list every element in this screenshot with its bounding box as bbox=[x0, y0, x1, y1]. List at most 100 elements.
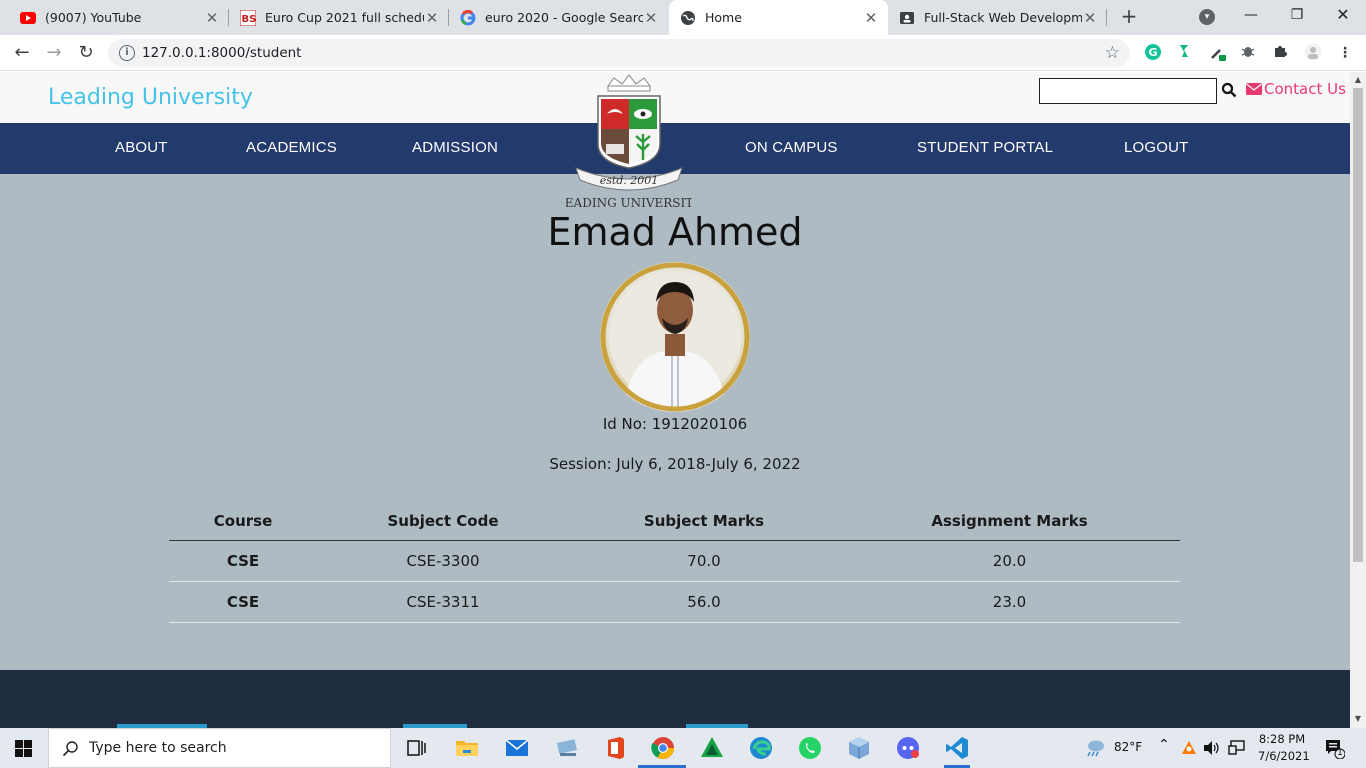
file-explorer-icon[interactable] bbox=[454, 735, 480, 761]
tab-title: (9007) YouTube bbox=[45, 10, 142, 25]
svg-text:BS: BS bbox=[242, 14, 257, 25]
clock-time[interactable]: 8:28 PM bbox=[1258, 732, 1306, 746]
vscode-icon[interactable] bbox=[944, 735, 970, 761]
tab-fullstack[interactable]: Full-Stack Web Development ✕ bbox=[888, 0, 1107, 35]
column-header-course: Course bbox=[169, 502, 317, 541]
cell-course: CSE bbox=[169, 540, 317, 582]
site-brand-link[interactable]: Leading University bbox=[48, 85, 253, 110]
cell-subject-code: CSE-3300 bbox=[317, 540, 569, 582]
table-row: CSE CSE-3300 70.0 20.0 bbox=[169, 540, 1180, 582]
nav-admission[interactable]: ADMISSION bbox=[412, 139, 498, 156]
cell-assignment-marks: 20.0 bbox=[839, 540, 1180, 582]
browser-menu-icon[interactable]: ⋮ bbox=[1335, 43, 1355, 63]
network-icon[interactable] bbox=[1228, 740, 1246, 756]
forward-button[interactable]: → bbox=[41, 40, 67, 66]
task-view-icon[interactable] bbox=[404, 735, 430, 761]
close-tab-icon[interactable]: ✕ bbox=[204, 9, 220, 27]
eyedropper-extension-icon[interactable] bbox=[1208, 43, 1228, 63]
tab-home[interactable]: Home ✕ bbox=[669, 0, 888, 35]
bug-extension-icon[interactable] bbox=[1238, 43, 1258, 63]
google-icon bbox=[460, 9, 476, 26]
table-header-row: Course Subject Code Subject Marks Assign… bbox=[169, 502, 1180, 541]
show-hidden-icons-icon[interactable]: ⌃ bbox=[1158, 737, 1170, 753]
nav-about[interactable]: ABOUT bbox=[115, 139, 168, 156]
logo-estd-text: estd. 2001 bbox=[600, 174, 659, 187]
tab-youtube[interactable]: (9007) YouTube ✕ bbox=[0, 0, 229, 35]
weather-temperature[interactable]: 82°F bbox=[1114, 740, 1142, 754]
column-header-subject-marks: Subject Marks bbox=[569, 502, 839, 541]
weather-cloud-icon[interactable] bbox=[1084, 738, 1106, 758]
edge-icon[interactable] bbox=[748, 735, 774, 761]
web-page: Leading University Contact Us ABOUT ACAD… bbox=[0, 72, 1350, 728]
globe-icon bbox=[680, 10, 696, 26]
close-tab-icon[interactable]: ✕ bbox=[863, 9, 879, 27]
volume-icon[interactable] bbox=[1203, 740, 1221, 756]
student-id: Id No: 1912020106 bbox=[602, 415, 748, 433]
nav-on-campus[interactable]: ON CAMPUS bbox=[745, 139, 838, 156]
site-search-input[interactable] bbox=[1039, 78, 1217, 104]
back-button[interactable]: ← bbox=[9, 40, 35, 66]
close-tab-icon[interactable]: ✕ bbox=[424, 9, 440, 27]
taskbar-search-box[interactable]: Type here to search bbox=[48, 728, 391, 768]
discord-icon[interactable] bbox=[895, 735, 921, 761]
svg-text:G: G bbox=[1149, 46, 1158, 59]
nav-logout[interactable]: LOGOUT bbox=[1124, 139, 1189, 156]
address-bar[interactable]: i 127.0.0.1:8000/student ☆ bbox=[108, 39, 1130, 67]
youtube-icon bbox=[20, 10, 36, 26]
page-scrollbar[interactable]: ▲ ▼ bbox=[1350, 72, 1366, 728]
box-app-icon[interactable] bbox=[846, 735, 872, 761]
search-icon bbox=[62, 741, 78, 757]
marks-table: Course Subject Code Subject Marks Assign… bbox=[169, 502, 1180, 623]
windows-taskbar: Type here to search 82°F ⌃ 8:28 PM 7/6/2… bbox=[0, 728, 1366, 768]
site-info-icon[interactable]: i bbox=[119, 45, 135, 61]
tab-title: Full-Stack Web Development bbox=[924, 10, 1082, 25]
extension-runner-icon[interactable] bbox=[1174, 43, 1194, 63]
avast-tray-icon[interactable] bbox=[1181, 740, 1197, 756]
tab-google-search[interactable]: euro 2020 - Google Search ✕ bbox=[449, 0, 668, 35]
contact-us-link[interactable]: Contact Us bbox=[1246, 80, 1346, 98]
close-tab-icon[interactable]: ✕ bbox=[1082, 9, 1098, 27]
nav-student-portal[interactable]: STUDENT PORTAL bbox=[917, 139, 1053, 156]
mail-icon[interactable] bbox=[504, 735, 530, 761]
green-app-icon[interactable] bbox=[699, 735, 725, 761]
student-session: Session: July 6, 2018-July 6, 2022 bbox=[549, 455, 801, 473]
computer-app-icon[interactable] bbox=[554, 735, 580, 761]
chrome-icon[interactable] bbox=[650, 735, 676, 761]
bookmark-star-icon[interactable]: ☆ bbox=[1105, 43, 1120, 63]
grammarly-icon[interactable]: G bbox=[1143, 43, 1163, 63]
close-window-button[interactable]: ✕ bbox=[1320, 0, 1366, 30]
scrollbar-thumb[interactable] bbox=[1353, 88, 1363, 562]
scroll-down-arrow-icon[interactable]: ▼ bbox=[1353, 714, 1363, 723]
close-tab-icon[interactable]: ✕ bbox=[643, 9, 659, 27]
nav-academics[interactable]: ACADEMICS bbox=[246, 139, 337, 156]
student-photo bbox=[600, 262, 750, 412]
scroll-up-arrow-icon[interactable]: ▲ bbox=[1353, 75, 1363, 84]
tab-euro-cup[interactable]: BS Euro Cup 2021 full schedule, ✕ bbox=[229, 0, 449, 35]
windows-start-icon[interactable] bbox=[15, 740, 32, 757]
tab-search-icon[interactable]: ▾ bbox=[1199, 9, 1215, 25]
search-icon[interactable] bbox=[1221, 82, 1237, 98]
table-row: CSE CSE-3311 56.0 23.0 bbox=[169, 581, 1180, 623]
minimize-button[interactable]: — bbox=[1228, 0, 1274, 30]
tab-divider bbox=[1106, 9, 1107, 26]
clock-date[interactable]: 7/6/2021 bbox=[1258, 749, 1310, 763]
tab-strip: (9007) YouTube ✕ BS Euro Cup 2021 full s… bbox=[0, 0, 1366, 35]
tab-title: euro 2020 - Google Search bbox=[485, 10, 643, 25]
site-footer bbox=[0, 670, 1350, 728]
url-text: 127.0.0.1:8000/student bbox=[142, 45, 302, 61]
profile-avatar-icon[interactable] bbox=[1303, 43, 1323, 63]
university-logo[interactable]: estd. 2001 LEADING UNIVERSITY bbox=[566, 72, 692, 212]
student-name: Emad Ahmed bbox=[547, 210, 803, 254]
envelope-icon bbox=[1246, 83, 1262, 95]
logo-name-text: LEADING UNIVERSITY bbox=[566, 196, 692, 210]
extensions-puzzle-icon[interactable] bbox=[1270, 43, 1290, 63]
restore-button[interactable]: ❐ bbox=[1274, 0, 1320, 30]
notification-count-badge: 1 bbox=[1337, 748, 1343, 758]
office-icon[interactable] bbox=[602, 735, 628, 761]
whatsapp-icon[interactable] bbox=[797, 735, 823, 761]
reload-button[interactable]: ↻ bbox=[73, 40, 99, 66]
cell-subject-marks: 70.0 bbox=[569, 540, 839, 582]
cell-assignment-marks: 23.0 bbox=[839, 581, 1180, 623]
new-tab-button[interactable]: + bbox=[1118, 6, 1140, 28]
column-header-subject-code: Subject Code bbox=[317, 502, 569, 541]
